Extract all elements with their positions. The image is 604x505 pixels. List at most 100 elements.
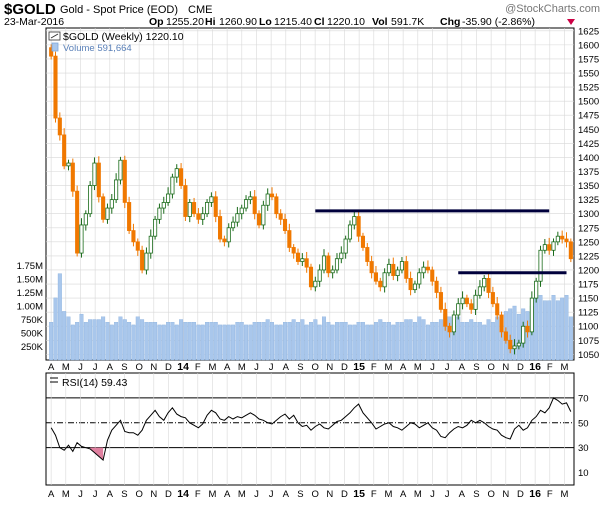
change-value: -35.90 (-2.86%) — [462, 16, 535, 28]
candle-body — [521, 325, 526, 344]
rsi-x-tick-label: M — [414, 489, 422, 500]
rsi-x-tick-label: J — [78, 489, 83, 500]
price-tick-label: 1300 — [578, 209, 599, 220]
price-tick-label: 1175 — [578, 280, 598, 291]
volume-bar — [205, 322, 210, 361]
candle-body — [386, 263, 391, 274]
volume-value: 591.7K — [391, 16, 424, 28]
volume-bar — [343, 322, 348, 361]
candle-body — [235, 213, 240, 223]
volume-bar — [131, 324, 136, 361]
volume-bar — [434, 322, 439, 361]
volume-bar — [382, 322, 387, 361]
volume-bar — [265, 319, 270, 361]
rsi-x-tick-label: M — [62, 489, 70, 500]
volume-bar — [564, 295, 569, 361]
candle-body — [265, 193, 270, 206]
volume-bar — [57, 273, 62, 361]
rsi-x-tick-label: D — [341, 489, 348, 500]
rsi-x-tick-label: A — [459, 489, 466, 500]
price-x-tick-label: A — [283, 362, 290, 373]
volume-bar — [218, 324, 223, 361]
candle-body — [140, 249, 145, 271]
rsi-x-tick-label: O — [487, 489, 494, 500]
volume-bar — [360, 322, 365, 361]
candle-body — [170, 176, 175, 195]
volume-bar — [270, 322, 274, 361]
volume-bar — [83, 322, 88, 361]
price-tick-label: 1600 — [578, 40, 599, 51]
high-value: 1260.90 — [219, 16, 257, 28]
price-x-tick-label: M — [385, 362, 393, 373]
candle-body — [464, 297, 469, 305]
price-x-tick-label: J — [93, 362, 98, 373]
candle-body — [79, 224, 84, 254]
candle-body — [114, 179, 119, 201]
volume-bar — [222, 324, 227, 361]
candle-body — [205, 202, 210, 215]
price-x-tick-label: N — [326, 362, 333, 373]
rsi-x-tick-label: A — [283, 489, 290, 500]
candle-body — [382, 272, 387, 288]
volume-bar — [283, 322, 287, 361]
volume-tick-label: 1.50M — [17, 275, 43, 286]
volume-bar — [322, 316, 326, 361]
price-tick-label: 1500 — [578, 97, 599, 108]
volume-bar — [386, 322, 391, 361]
volume-bar — [257, 322, 262, 361]
volume-bar — [399, 322, 404, 361]
price-x-tick-label: O — [135, 362, 142, 373]
volume-bar — [235, 322, 240, 361]
volume-bar — [239, 322, 244, 361]
candle-body — [525, 325, 530, 333]
volume-bar — [365, 324, 370, 361]
candle-body — [105, 207, 110, 220]
candle-body — [252, 196, 257, 215]
price-x-tick-label: J — [269, 362, 274, 373]
rsi-axis: 10 30 50 70 — [578, 393, 589, 479]
candle-body — [187, 202, 192, 217]
candle-body — [248, 196, 253, 201]
volume-bar — [373, 322, 378, 361]
rsi-x-tick-label: D — [165, 489, 172, 500]
candle-body — [83, 213, 88, 226]
price-tick-label: 1225 — [578, 251, 599, 262]
price-x-tick-label: N — [502, 362, 509, 373]
candle-body — [360, 235, 366, 248]
candle-body — [560, 235, 565, 240]
candle-body — [490, 292, 495, 305]
candle-body — [373, 272, 379, 282]
volume-bar — [140, 319, 145, 361]
volume-bar — [412, 322, 417, 361]
price-x-tick-label: A — [224, 362, 231, 373]
volume-bar — [438, 319, 443, 361]
price-x-tick-label: M — [561, 362, 569, 373]
candle-body — [308, 266, 314, 288]
candle-body — [88, 185, 93, 215]
candle-body — [96, 162, 101, 198]
rsi-x-tick-label: S — [121, 489, 127, 500]
rsi-x-tick-label: M — [561, 489, 569, 500]
candle-body — [417, 272, 422, 285]
price-tick-label: 1150 — [578, 294, 598, 305]
candle-body — [192, 202, 197, 215]
volume-bar — [144, 322, 149, 361]
candle-body — [443, 308, 448, 327]
candle-body — [404, 261, 409, 279]
rsi-x-tick-label: J — [430, 489, 435, 500]
volume-bar — [62, 311, 67, 361]
price-x-tick-label: 16 — [529, 361, 541, 373]
candle-body — [218, 216, 223, 240]
volume-bar — [391, 324, 396, 361]
volume-bar — [330, 324, 335, 361]
rsi-x-tick-label: F — [195, 489, 201, 500]
candle-body — [101, 196, 106, 220]
candle-body — [538, 249, 543, 282]
price-tick-label: 1250 — [578, 237, 599, 248]
volume-bar — [248, 324, 253, 361]
candle-body — [239, 207, 244, 215]
volume-bar — [109, 324, 114, 361]
volume-bar — [79, 313, 84, 361]
candle-body — [148, 235, 153, 254]
price-x-tick-label: F — [195, 362, 201, 373]
